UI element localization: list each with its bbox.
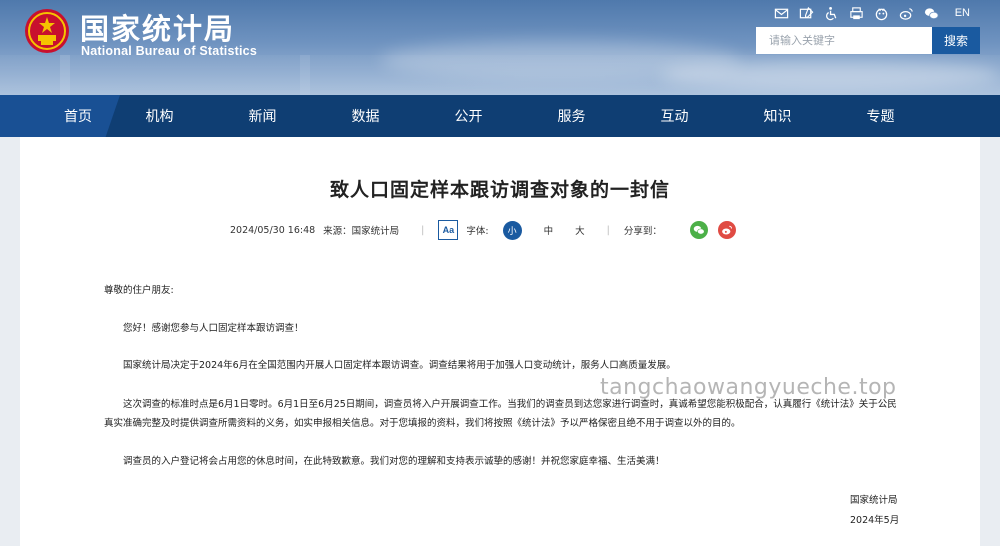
mail-icon[interactable] [774, 5, 790, 21]
letter-paragraph: 您好！感谢您参与人口固定样本跟访调查！ [123, 323, 304, 334]
article-title: 致人口固定样本跟访调查对象的一封信 [329, 179, 670, 201]
share-wechat-icon[interactable] [689, 221, 708, 239]
font-size-medium-button[interactable]: 中 [544, 223, 554, 237]
letter-paragraph: 这次调查的标准时点是6月1日零时。6月1日至6月25日期间，调查员将入户开展调查… [104, 399, 897, 429]
top-toolbar: EN [774, 5, 970, 21]
article-meta: 2024/05/30 16:48 来源：国家统计局 | Aa 字体: 小 中 大… [230, 219, 736, 241]
accessibility-icon[interactable] [824, 5, 840, 21]
app-icon[interactable] [874, 5, 890, 21]
publish-date: 2024/05/30 16:48 [230, 224, 316, 236]
nav-item-news[interactable]: 新闻 [211, 95, 314, 137]
article-card: 致人口固定样本跟访调查对象的一封信 2024/05/30 16:48 来源：国家… [20, 137, 980, 546]
nav-item-organization[interactable]: 机构 [108, 95, 211, 137]
nav-item-interaction[interactable]: 互动 [623, 95, 726, 137]
nav-item-public[interactable]: 公开 [417, 95, 520, 137]
letter-signature-date: 2024年5月 [850, 515, 900, 526]
search-button[interactable]: 搜索 [932, 27, 980, 54]
national-emblem-logo[interactable] [24, 8, 70, 54]
site-subtitle[interactable]: National Bureau of Statistics [81, 44, 257, 58]
letter-signature-org: 国家统计局 [850, 495, 898, 506]
letter-greeting: 尊敬的住户朋友: [104, 285, 174, 296]
nav-item-home[interactable]: 首页 [0, 95, 120, 137]
letter-paragraph: 国家统计局决定于2024年6月在全国范围内开展人口固定样本跟访调查。调查结果将用… [123, 360, 676, 371]
nav-item-knowledge[interactable]: 知识 [726, 95, 829, 137]
meta-divider: | [606, 224, 610, 236]
font-size-label: 字体: [466, 226, 489, 237]
article-source: 来源：国家统计局 [323, 226, 400, 237]
meta-divider: | [421, 224, 425, 236]
search-input[interactable] [756, 27, 932, 54]
feedback-icon[interactable] [799, 5, 815, 21]
site-title[interactable]: 国家统计局 [80, 6, 235, 48]
font-size-small-button[interactable]: 小 [502, 220, 522, 240]
share-label: 分享到： [623, 226, 662, 237]
weibo-icon[interactable] [899, 5, 915, 21]
print-icon[interactable] [849, 5, 865, 21]
font-size-large-button[interactable]: 大 [575, 223, 585, 237]
main-nav: 首页 机构 新闻 数据 公开 服务 互动 知识 专题 [0, 95, 1000, 137]
nav-item-data[interactable]: 数据 [314, 95, 417, 137]
header-banner: 国家统计局 National Bureau of Statistics EN 搜… [0, 0, 1000, 95]
wechat-icon[interactable] [924, 5, 940, 21]
watermark-text: tangchaowangyueche.top [600, 375, 897, 400]
language-switch[interactable]: EN [955, 7, 970, 19]
letter-paragraph: 调查员的入户登记将会占用您的休息时间，在此特致歉意。我们对您的理解和支持表示诚挚… [123, 456, 665, 467]
nav-item-topics[interactable]: 专题 [829, 95, 932, 137]
banner-skyline [0, 55, 1000, 95]
share-weibo-icon[interactable] [717, 221, 736, 239]
font-toggle-button[interactable]: Aa [438, 220, 459, 240]
nav-item-services[interactable]: 服务 [520, 95, 623, 137]
